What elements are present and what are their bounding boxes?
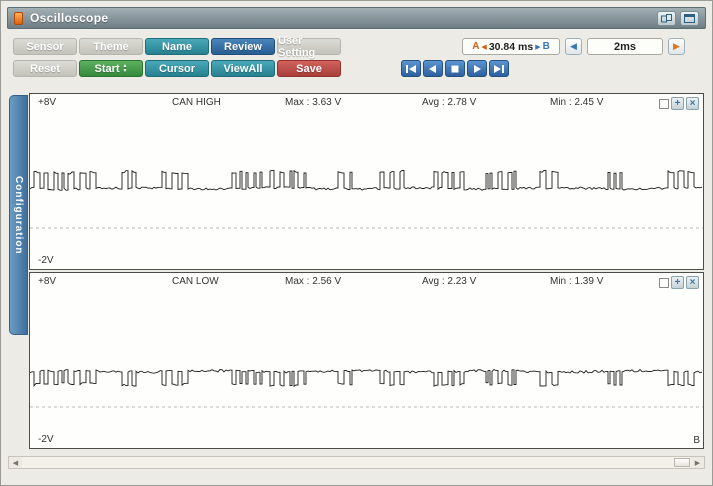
- stop-button[interactable]: [445, 60, 465, 77]
- configuration-tab-label: Configuration: [13, 175, 24, 255]
- scroll-left-button[interactable]: ◀: [9, 457, 22, 468]
- channel-name-label: CAN LOW: [172, 276, 219, 287]
- waveform-panel-can-high: +8V CAN HIGH Max : 3.63 V Avg : 2.78 V M…: [29, 93, 704, 270]
- toolbar-row-1: Sensor Theme Name Review User Setting: [13, 35, 341, 59]
- close-icon: ×: [689, 97, 696, 109]
- single-window-icon: [684, 13, 695, 23]
- channel-name-label: CAN HIGH: [172, 97, 221, 108]
- save-button-label: Save: [296, 62, 322, 75]
- channel-checkbox[interactable]: [659, 277, 669, 288]
- theme-button[interactable]: Theme: [79, 38, 143, 55]
- waveform-panel-can-low: +8V CAN LOW Max : 2.56 V Avg : 2.23 V Mi…: [29, 272, 704, 449]
- user-setting-button[interactable]: User Setting: [277, 35, 341, 59]
- play-button[interactable]: [467, 60, 487, 77]
- plus-icon: +: [674, 276, 681, 288]
- timebase-decrease-button[interactable]: ◀: [565, 38, 582, 55]
- plus-icon: +: [674, 97, 681, 109]
- review-button-label: Review: [224, 40, 262, 53]
- viewall-button[interactable]: ViewAll: [211, 60, 275, 77]
- dual-window-icon: [661, 13, 672, 22]
- stop-icon: [451, 65, 459, 72]
- top-voltage-label: +8V: [38, 276, 57, 287]
- cursor-button[interactable]: Cursor: [145, 60, 209, 77]
- start-button[interactable]: Start ▲ ▼: [79, 60, 143, 77]
- reset-button-label: Reset: [30, 62, 60, 75]
- avg-value-label: Avg : 2.78 V: [422, 97, 477, 108]
- zoom-channel-button[interactable]: +: [671, 97, 684, 110]
- scroll-right-icon: ▶: [694, 459, 701, 467]
- oscilloscope-window: Oscilloscope Sensor Theme Name Review Us…: [0, 0, 713, 486]
- stepper-down-icon: ▼: [122, 67, 128, 74]
- scrollbar-thumb[interactable]: [674, 458, 690, 467]
- zoom-channel-button[interactable]: +: [671, 276, 684, 289]
- marker-b-label: B: [542, 41, 550, 52]
- name-button[interactable]: Name: [145, 38, 209, 55]
- app-icon: [14, 11, 23, 25]
- channel-checkbox[interactable]: [659, 98, 669, 109]
- close-icon: ×: [689, 276, 696, 288]
- start-button-label: Start: [94, 62, 120, 75]
- skip-end-icon: [494, 64, 504, 73]
- skip-to-start-button[interactable]: [401, 60, 421, 77]
- title-bar: Oscilloscope: [7, 7, 706, 29]
- marker-a-label: A: [472, 41, 480, 52]
- timebase-select[interactable]: 2ms: [587, 38, 663, 55]
- save-button[interactable]: Save: [277, 60, 341, 77]
- timebase-group: A ◀ 30.84 ms ▶ B ◀ 2ms ▶: [462, 38, 685, 55]
- name-button-label: Name: [162, 40, 192, 53]
- close-channel-button[interactable]: ×: [686, 97, 699, 110]
- cursor-b-marker-label: B: [693, 435, 700, 446]
- skip-start-icon: [406, 64, 416, 73]
- max-value-label: Max : 2.56 V: [285, 276, 342, 287]
- skip-to-end-button[interactable]: [489, 60, 509, 77]
- bottom-voltage-label: -2V: [38, 255, 54, 266]
- min-value-label: Min : 1.39 V: [550, 276, 604, 287]
- marker-a-arrow-icon: ◀: [481, 43, 487, 51]
- scroll-right-button[interactable]: ▶: [691, 457, 704, 468]
- ab-time-value: 30.84 ms: [488, 40, 534, 53]
- sensor-button[interactable]: Sensor: [13, 38, 77, 55]
- right-arrow-icon: ▶: [673, 41, 680, 51]
- scroll-left-icon: ◀: [12, 459, 19, 467]
- user-setting-button-label: User Setting: [278, 34, 316, 59]
- theme-button-label: Theme: [93, 40, 129, 53]
- cursor-button-label: Cursor: [158, 62, 196, 75]
- reset-button[interactable]: Reset: [13, 60, 77, 77]
- sensor-button-label: Sensor: [26, 40, 64, 53]
- panel-controls: + ×: [659, 276, 699, 289]
- top-voltage-label: +8V: [38, 97, 57, 108]
- min-value-label: Min : 2.45 V: [550, 97, 604, 108]
- marker-b-arrow-icon: ▶: [535, 43, 541, 51]
- configuration-tab[interactable]: Configuration: [9, 95, 28, 335]
- play-icon: [474, 64, 481, 73]
- playback-controls: [401, 60, 509, 77]
- left-arrow-icon: ◀: [570, 41, 577, 51]
- panel-controls: + ×: [659, 97, 699, 110]
- waveform-area: +8V CAN HIGH Max : 3.63 V Avg : 2.78 V M…: [29, 93, 704, 451]
- step-back-icon: [429, 64, 436, 73]
- close-channel-button[interactable]: ×: [686, 276, 699, 289]
- review-button[interactable]: Review: [211, 38, 275, 55]
- start-stepper-icon: ▲ ▼: [122, 63, 128, 74]
- max-value-label: Max : 3.63 V: [285, 97, 342, 108]
- bottom-voltage-label: -2V: [38, 434, 54, 445]
- tile-view-button[interactable]: [657, 10, 676, 26]
- step-back-button[interactable]: [423, 60, 443, 77]
- toolbar-row-2: Reset Start ▲ ▼ Cursor ViewAll Save: [13, 60, 341, 77]
- timebase-value: 2ms: [613, 40, 637, 53]
- ab-time-range-display: A ◀ 30.84 ms ▶ B: [462, 38, 560, 55]
- avg-value-label: Avg : 2.23 V: [422, 276, 477, 287]
- can-low-waveform-canvas: [30, 368, 703, 408]
- can-high-waveform-canvas: [30, 169, 703, 229]
- scrollbar-track[interactable]: [22, 457, 674, 468]
- window-title: Oscilloscope: [30, 11, 109, 25]
- single-view-button[interactable]: [680, 10, 699, 26]
- viewall-button-label: ViewAll: [223, 62, 263, 75]
- timebase-increase-button[interactable]: ▶: [668, 38, 685, 55]
- horizontal-scrollbar: ◀ ▶: [8, 456, 705, 469]
